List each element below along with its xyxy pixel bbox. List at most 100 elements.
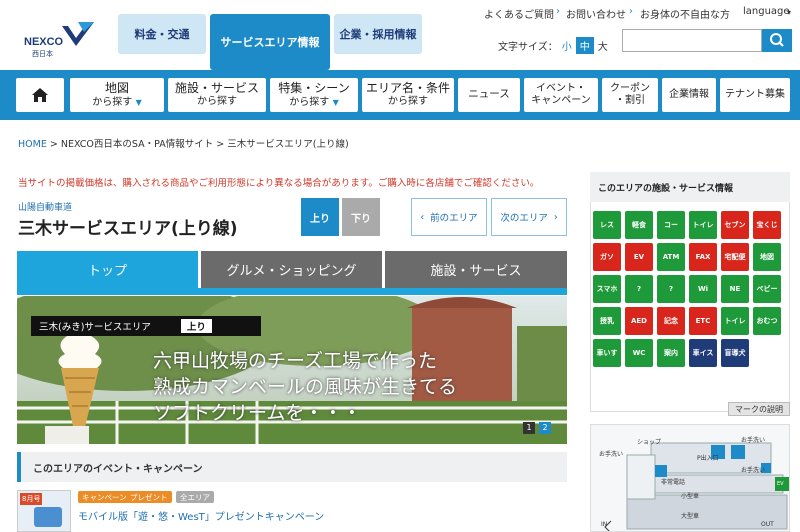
chevron-left-icon: ‹ (420, 211, 425, 223)
gnav-coupon[interactable]: クーポン ・割引 (602, 78, 658, 112)
facility-icon-?[interactable]: ? (625, 275, 653, 303)
hero-page-1[interactable]: 1 (523, 422, 535, 434)
search-button[interactable] (762, 29, 792, 52)
facility-icon-地図[interactable]: 地図 (753, 243, 781, 271)
facility-icon-記念スタンプ[interactable]: 記念 (657, 307, 685, 335)
mark-legend-button[interactable]: マークの説明 (728, 402, 790, 416)
facility-icon-EV[interactable]: EV (625, 243, 653, 271)
map-out-label: OUT (761, 521, 774, 528)
facility-icon-トイレ[interactable]: トイレ (721, 307, 749, 335)
facility-icon-授乳[interactable]: 授乳 (593, 307, 621, 335)
facility-icon-盲導犬[interactable]: 盲導犬 (721, 339, 749, 367)
gnav-area-name-l2: から探す (388, 96, 428, 108)
nav-company-recruit[interactable]: 企業・採用情報 (334, 14, 422, 54)
facility-icon-ETC[interactable]: ETC (689, 307, 717, 335)
event-thumb-label: 8月号 (20, 493, 43, 505)
facility-heading: このエリアの施設・サービス情報 (590, 172, 790, 202)
facility-icon-宅配便[interactable]: 宅配便 (721, 243, 749, 271)
facility-icon-車イス[interactable]: 車イス (689, 339, 717, 367)
header: NEXCO 西日本 料金・交通 サービスエリア情報 企業・採用情報 よくあるご質… (0, 0, 800, 70)
facility-icon-?[interactable]: ? (657, 275, 685, 303)
logo-sub: 西日本 (32, 50, 53, 58)
nexco-logo[interactable]: NEXCO 西日本 (18, 12, 98, 60)
facility-icon-NEXCO[interactable]: NE (721, 275, 749, 303)
map-ev-label: EV (777, 481, 784, 487)
facility-icon-コーヒー[interactable]: コー (657, 211, 685, 239)
facility-icon-車いす[interactable]: 車いす (593, 339, 621, 367)
direction-down-button[interactable]: 下り (342, 198, 380, 236)
gnav-news[interactable]: ニュース (458, 78, 520, 112)
direction-up-button[interactable]: 上り (301, 198, 339, 236)
tab-top[interactable]: トップ (17, 251, 198, 288)
hero-pager: 1 2 (523, 422, 551, 434)
gnav-area-name[interactable]: エリア名・条件 から探す (362, 78, 454, 112)
event-thumbnail[interactable]: 8月号 (17, 490, 71, 532)
map-p-entrance-label: P出入口 (697, 455, 719, 462)
breadcrumb-home[interactable]: HOME (18, 139, 47, 150)
font-size-small[interactable]: 小 (562, 38, 572, 53)
map-shop-label: ショップ (637, 439, 662, 446)
chevron-down-icon: ▼ (135, 97, 142, 107)
phone-icon (34, 507, 62, 527)
gnav-company[interactable]: 企業情報 (662, 78, 716, 112)
gnav-company-label: 企業情報 (669, 88, 709, 100)
gnav-coupon-l1: クーポン (610, 82, 650, 94)
language-select[interactable]: language (743, 6, 790, 17)
facility-icon-ATM[interactable]: ATM (657, 243, 685, 271)
facility-icon-ベビー[interactable]: ベビー (753, 275, 781, 303)
gnav-map-l1: 地図 (104, 80, 129, 95)
facility-icon-トイレ[interactable]: トイレ (689, 211, 717, 239)
area-map[interactable]: ショップ お手洗い お手洗い お手洗い P出入口 非常電話 小型車 大型車 IN… (590, 424, 790, 532)
facility-icon-ガソリン[interactable]: ガソ (593, 243, 621, 271)
accessibility-link[interactable]: お身体の不自由な方 (640, 6, 730, 21)
facility-icon-スマホ[interactable]: スマホ (593, 275, 621, 303)
hero-banner[interactable]: 三木(みき)サービスエリア 上り 六甲山牧場のチーズ工場で作った 熟成カマンベー… (17, 296, 567, 444)
facility-icon-レストラン[interactable]: レス (593, 211, 621, 239)
faq-link[interactable]: よくあるご質問 (484, 6, 554, 21)
prev-area-button[interactable]: ‹ 前のエリア (411, 198, 487, 236)
hero-page-2[interactable]: 2 (539, 422, 551, 434)
map-toilet-label-1: お手洗い (599, 451, 624, 458)
facility-icon-おむつ[interactable]: おむつ (753, 307, 781, 335)
font-size-large[interactable]: 大 (598, 38, 608, 53)
gnav-event-l2: キャンペーン (531, 95, 591, 106)
facility-icon-AED[interactable]: AED (625, 307, 653, 335)
font-size-switcher: 文字サイズ： 小 中 大 (498, 37, 608, 54)
next-area-button[interactable]: 次のエリア › (491, 198, 567, 236)
facility-icon-Wi-Fi[interactable]: Wi (689, 275, 717, 303)
tab-gourmet-shopping[interactable]: グルメ・ショッピング (201, 251, 382, 288)
nav-service-area[interactable]: サービスエリア情報 (210, 14, 330, 70)
map-in-label: IN (601, 521, 608, 528)
facility-icon-宝くじ[interactable]: 宝くじ (753, 211, 781, 239)
hero-line-2: 熟成カマンベールの風味が生きてる (153, 376, 458, 398)
gnav-facility[interactable]: 施設・サービス から探す (168, 78, 266, 112)
nav-fare-traffic[interactable]: 料金・交通 (118, 14, 206, 54)
font-size-medium[interactable]: 中 (575, 37, 594, 54)
gnav-tenant-label: テナント募集 (725, 88, 785, 100)
badge-campaign: キャンペーン (78, 491, 131, 503)
badge-all-area: 全エリア (176, 491, 214, 503)
map-large-car-label: 大型車 (681, 513, 700, 520)
gnav-tenant[interactable]: テナント募集 (720, 78, 790, 112)
next-area-label: 次のエリア (500, 213, 548, 224)
gnav-feature[interactable]: 特集・シーン から探す ▼ (270, 78, 358, 112)
search-input[interactable] (622, 29, 762, 52)
facility-icon-案内[interactable]: 案内 (657, 339, 685, 367)
tab-facility-service[interactable]: 施設・サービス (385, 251, 567, 288)
nav-fare-traffic-label: 料金・交通 (134, 28, 190, 41)
route-name[interactable]: 山陽自動車道 (18, 200, 72, 213)
nav-company-recruit-label: 企業・採用情報 (339, 28, 417, 41)
facility-icon-WC[interactable]: WC (625, 339, 653, 367)
gnav-event[interactable]: イベント・ キャンペーン (524, 78, 598, 112)
search-icon (770, 33, 784, 47)
event-link[interactable]: モバイル版「遊・悠・WesT」プレゼントキャンペーン (78, 508, 324, 523)
gnav-facility-l2: から探す (197, 96, 237, 108)
facility-icon-FAX[interactable]: FAX (689, 243, 717, 271)
gnav-map[interactable]: 地図 から探す ▼ (70, 78, 164, 112)
contact-link[interactable]: お問い合わせ (566, 6, 626, 21)
home-button[interactable] (16, 78, 64, 112)
badge-present: プレゼント (126, 491, 172, 503)
breadcrumb-site[interactable]: NEXCO西日本のSA・PA情報サイト (61, 139, 213, 150)
facility-icon-セブン[interactable]: セブン (721, 211, 749, 239)
facility-icon-軽食[interactable]: 軽食 (625, 211, 653, 239)
